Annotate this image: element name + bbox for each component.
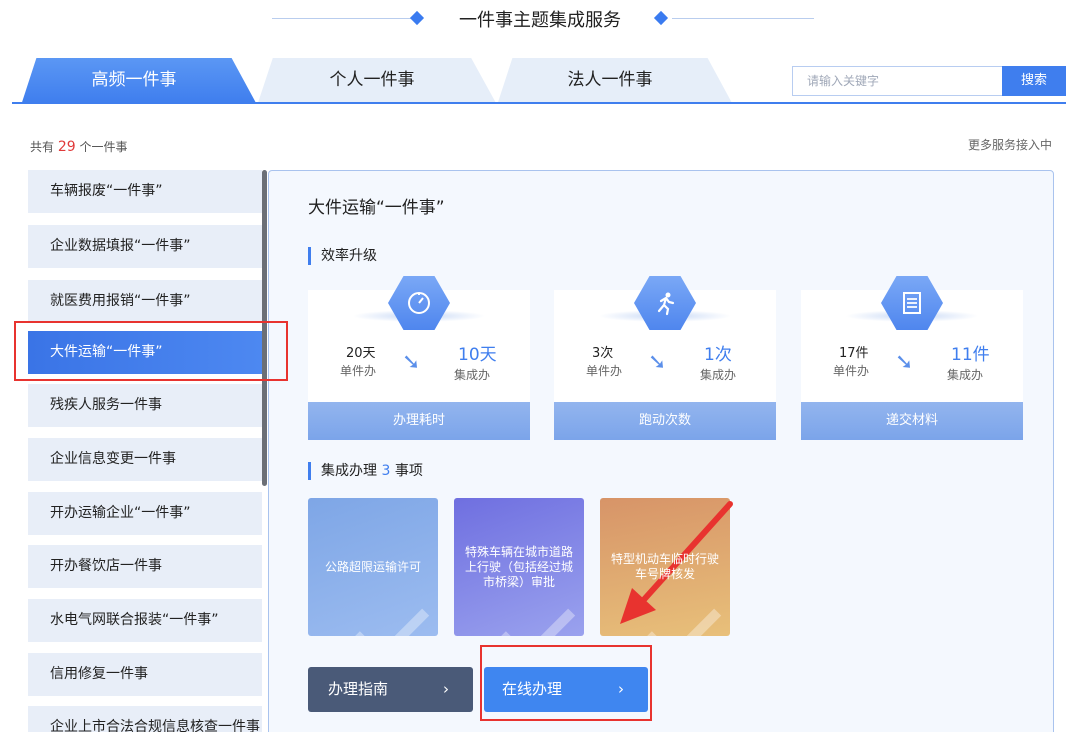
before-label: 单件办 [340, 364, 377, 378]
efficiency-card-visits: 3次 单件办 ➘ 1次 集成办 跑动次数 [554, 276, 776, 440]
efficiency-heading: 效率升级 [308, 247, 377, 265]
checkmark-icon [352, 588, 430, 636]
integrated-heading: 集成办理 3 事项 [308, 462, 423, 480]
annotation-highlight-box [14, 321, 288, 381]
after-value: 10天 [458, 345, 497, 365]
diamond-icon [653, 10, 669, 26]
diamond-icon [409, 10, 425, 26]
item-count: 共有 29 个一件事 [30, 138, 128, 155]
card-footer: 办理耗时 [308, 402, 530, 440]
count-suffix: 个一件事 [79, 140, 128, 154]
card-footer: 递交材料 [801, 402, 1023, 440]
arrow-down-right-icon: ➘ [895, 350, 914, 375]
sidebar-item[interactable]: 开办餐饮店一件事 [28, 545, 262, 588]
tab-label: 法人一件事 [567, 70, 653, 90]
page-title: 一件事主题集成服务 [459, 10, 621, 31]
search-box: 搜索 [792, 66, 1066, 96]
sidebar-item[interactable]: 开办运输企业“一件事” [28, 492, 262, 535]
guide-button[interactable]: 办理指南 › [308, 667, 473, 712]
search-button[interactable]: 搜索 [1002, 66, 1066, 96]
sidebar-item[interactable]: 残疾人服务一件事 [28, 384, 262, 427]
after-label: 集成办 [947, 368, 984, 382]
count-prefix: 共有 [30, 140, 55, 154]
sidebar-item[interactable]: 企业信息变更一件事 [28, 438, 262, 481]
tab-underline [12, 102, 1066, 104]
before-value: 3次 [592, 346, 614, 361]
integrated-heading-suffix: 事项 [394, 463, 423, 479]
tab-label: 高频一件事 [91, 70, 177, 90]
sidebar-item[interactable]: 就医费用报销“一件事” [28, 280, 262, 323]
annotation-highlight-box [480, 645, 652, 721]
more-services-text: 更多服务接入中 [967, 138, 1052, 152]
tab-personal[interactable]: 个人一件事 [248, 58, 496, 103]
efficiency-card-materials: 17件 单件办 ➘ 11件 集成办 递交材料 [801, 276, 1023, 440]
service-tile-special-vehicle[interactable]: 特殊车辆在城市道路上行驶（包括经过城市桥梁）审批 [454, 498, 584, 636]
service-tile-overlimit-transport[interactable]: 公路超限运输许可 [308, 498, 438, 636]
arrow-down-right-icon: ➘ [648, 350, 667, 375]
detail-title: 大件运输“一件事” [308, 198, 445, 218]
card-footer: 跑动次数 [554, 402, 776, 440]
header-divider-left [272, 18, 414, 19]
detail-panel [268, 170, 1054, 732]
guide-button-label: 办理指南 [328, 680, 389, 698]
before-value: 20天 [346, 346, 376, 361]
search-input[interactable] [792, 66, 1002, 96]
after-label: 集成办 [700, 368, 737, 382]
arrow-down-right-icon: ➘ [402, 350, 421, 375]
sidebar-list: 车辆报废“一件事” 企业数据填报“一件事” 就医费用报销“一件事” 大件运输“一… [28, 170, 262, 732]
before-value: 17件 [839, 346, 869, 361]
after-label: 集成办 [454, 368, 491, 382]
integrated-heading-prefix: 集成办理 [321, 463, 377, 479]
sidebar-item[interactable]: 信用修复一件事 [28, 653, 262, 696]
tab-high-frequency[interactable]: 高频一件事 [12, 58, 256, 103]
integrated-count: 3 [381, 463, 391, 479]
efficiency-card-time: 20天 单件办 ➘ 10天 集成办 办理耗时 [308, 276, 530, 440]
tile-label: 特殊车辆在城市道路上行驶（包括经过城市桥梁）审批 [464, 544, 573, 589]
checkmark-icon [498, 588, 576, 636]
tab-label: 个人一件事 [329, 70, 415, 90]
sidebar-item[interactable]: 企业数据填报“一件事” [28, 225, 262, 268]
page-header: 一件事主题集成服务 [0, 0, 1080, 38]
chevron-right-icon: › [443, 680, 449, 698]
sidebar-item[interactable]: 企业上市合法合规信息核查一件事 [28, 706, 262, 732]
after-value: 1次 [704, 345, 732, 365]
tab-legal-entity[interactable]: 法人一件事 [488, 58, 732, 103]
count-number: 29 [57, 139, 76, 155]
sidebar-item[interactable]: 车辆报废“一件事” [28, 170, 262, 213]
tile-label: 公路超限运输许可 [324, 559, 421, 574]
after-value: 11件 [951, 345, 990, 365]
tile-label: 特型机动车临时行驶车号牌核发 [610, 552, 719, 581]
before-label: 单件办 [833, 364, 870, 378]
tab-bar: 个人一件事 法人一件事 高频一件事 [0, 58, 780, 103]
header-divider-right [672, 18, 814, 19]
sidebar-item[interactable]: 水电气网联合报装“一件事” [28, 599, 262, 642]
before-label: 单件办 [586, 364, 623, 378]
